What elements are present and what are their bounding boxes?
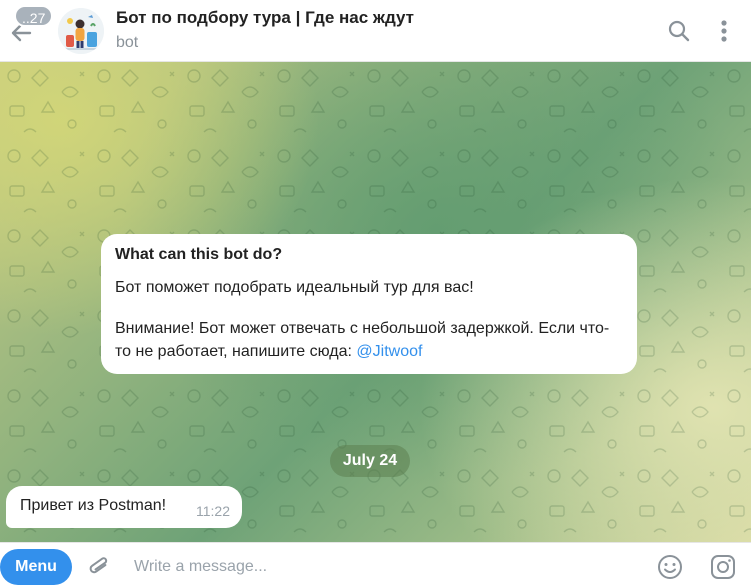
mention-link[interactable]: @Jitwoof [356, 343, 422, 360]
bot-avatar[interactable] [58, 8, 104, 54]
message-bubble[interactable]: Привет из Postman! 11:22 [6, 486, 242, 528]
chat-area[interactable]: What can this bot do? Бот поможет подобр… [0, 62, 751, 542]
bot-menu-button[interactable]: Menu [0, 549, 72, 585]
bot-info-card: What can this bot do? Бот поможет подобр… [101, 234, 637, 374]
more-vertical-icon [721, 20, 727, 42]
travel-illustration-icon [58, 8, 104, 54]
camera-button[interactable] [709, 553, 737, 581]
camera-icon [711, 555, 735, 579]
bot-info-description: Бот поможет подобрать идеальный тур для … [115, 279, 474, 296]
message-input[interactable] [128, 551, 628, 583]
chat-title[interactable]: Бот по подбору тура | Где нас ждут [116, 8, 414, 28]
unread-count-badge: ..27 [14, 5, 54, 27]
search-icon [668, 20, 690, 42]
more-options-button[interactable] [712, 18, 736, 44]
chat-header: ..27 Бот по подбору тура | Где нас ждут … [0, 0, 751, 62]
emoji-button[interactable] [656, 553, 684, 581]
message-time: 11:22 [196, 503, 230, 519]
emoji-icon [658, 555, 682, 579]
paperclip-icon [89, 557, 108, 574]
search-button[interactable] [667, 19, 691, 43]
message-composer: Menu [0, 542, 751, 588]
bot-info-heading: What can this bot do? [115, 246, 283, 263]
attach-button[interactable] [86, 554, 112, 580]
date-separator[interactable]: July 24 [330, 445, 410, 477]
message-text: Привет из Postman! [20, 497, 167, 514]
telegram-chat-window: ..27 Бот по подбору тура | Где нас ждут … [0, 0, 751, 588]
bot-info-notice: Внимание! Бот может отвечать с небольшой… [115, 317, 623, 363]
chat-subtitle: bot [116, 34, 139, 51]
